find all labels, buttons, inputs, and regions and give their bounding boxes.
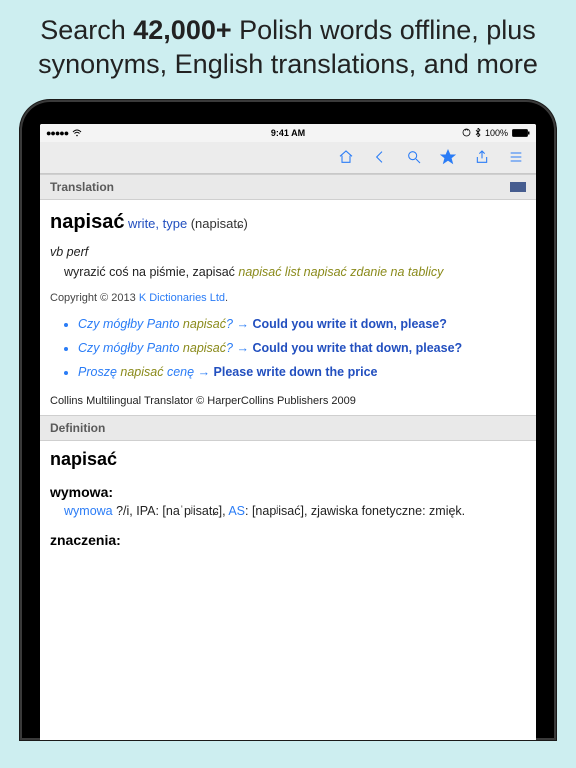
clock: 9:41 AM [271,128,305,138]
tablet-frame: ●●●●● 9:41 AM 100% [20,100,556,740]
bluetooth-icon [475,128,481,137]
copyright-link[interactable]: K Dictionaries Ltd [139,292,225,304]
pronunciation: (napisatɕ) [191,216,248,231]
favorite-icon[interactable] [440,149,456,165]
screen: ●●●●● 9:41 AM 100% [40,124,536,740]
collins-copyright: Collins Multilingual Translator © Harper… [50,395,526,407]
examples-list: Czy mógłby Panto napisać? → Could you wr… [50,315,526,381]
share-icon[interactable] [474,149,490,165]
promo-headline: Search 42,000+ Polish words offline, plu… [0,0,576,100]
menu-icon[interactable] [508,149,524,165]
section-header-definition: Definition [40,415,536,441]
example-item: Czy mógłby Panto napisać? → Could you wr… [78,315,526,333]
example-item: Czy mógłby Panto napisać? → Could you wr… [78,339,526,357]
as-link[interactable]: AS [228,504,245,518]
translation-links[interactable]: write, type [128,216,187,231]
wymowa-link[interactable]: wymowa [64,504,113,518]
headword: napisać [50,211,124,233]
toolbar [40,142,536,174]
status-bar: ●●●●● 9:41 AM 100% [40,124,536,142]
search-icon[interactable] [406,149,422,165]
definition-text: wyrazić coś na piśmie, zapisać napisać l… [64,263,526,281]
wymowa-line: wymowa ?/i, IPA: [naˈpʲisatɕ], AS: [napʲ… [64,504,526,518]
battery-icon [512,129,530,137]
znaczenia-label: znaczenia: [50,532,526,548]
wymowa-label: wymowa: [50,484,526,500]
definition-content: napisać wymowa: wymowa ?/i, IPA: [naˈpʲi… [40,441,536,548]
flag-icon [510,182,526,192]
orientation-lock-icon [462,128,471,137]
example-item: Proszę napisać cenę → Please write down … [78,363,526,381]
back-icon[interactable] [372,149,388,165]
signal-dots-icon: ●●●●● [46,128,68,138]
battery-percent: 100% [485,128,508,138]
part-of-speech: vb perf [50,243,526,261]
translation-content: napisać write, type (napisatɕ) vb perf w… [40,200,536,392]
definition-headword: napisać [50,449,526,470]
section-header-translation: Translation [40,174,536,200]
home-icon[interactable] [338,149,354,165]
copyright-line: Copyright © 2013 K Dictionaries Ltd. [50,291,526,307]
wifi-icon [72,129,82,137]
